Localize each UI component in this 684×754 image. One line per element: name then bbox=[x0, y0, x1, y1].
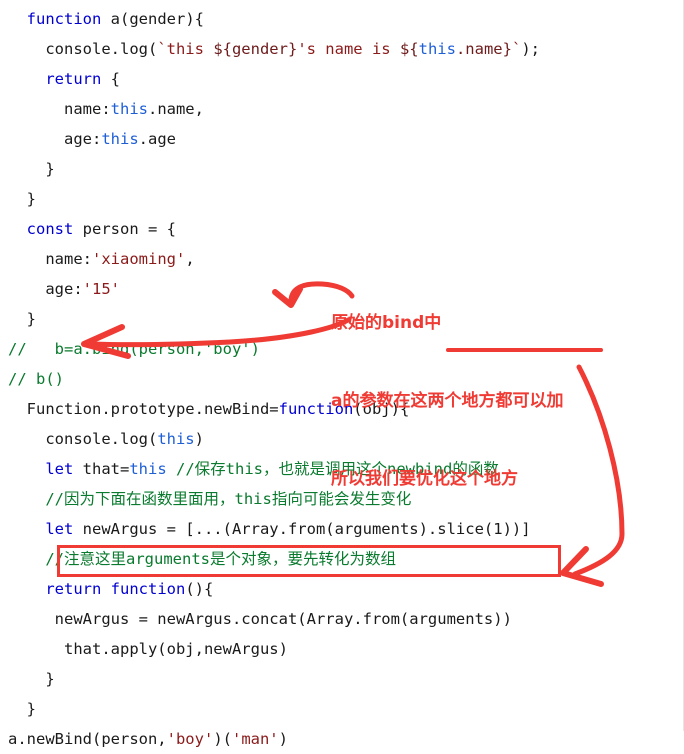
code-line[interactable]: } bbox=[8, 154, 678, 184]
code-line[interactable]: // b=a.bind(person,'boy') bbox=[8, 334, 678, 364]
code-line[interactable]: that.apply(obj,newArgus) bbox=[8, 634, 678, 664]
code-line[interactable]: const person = { bbox=[8, 214, 678, 244]
code-line[interactable]: //因为下面在函数里面用，this指向可能会发生变化 bbox=[8, 484, 678, 514]
code-line[interactable]: } bbox=[8, 694, 678, 724]
code-line[interactable]: let that=this //保存this，也就是调用这个newbind的函数 bbox=[8, 454, 678, 484]
code-line[interactable]: } bbox=[8, 184, 678, 214]
code-editor[interactable]: function a(gender){ console.log(`this ${… bbox=[0, 0, 684, 748]
code-line[interactable]: } bbox=[8, 304, 678, 334]
code-line[interactable]: function a(gender){ bbox=[8, 4, 678, 34]
code-content[interactable]: function a(gender){ console.log(`this ${… bbox=[8, 4, 678, 754]
code-line[interactable]: newArgus = newArgus.concat(Array.from(ar… bbox=[8, 604, 678, 634]
code-line[interactable]: Function.prototype.newBind=function(obj)… bbox=[8, 394, 678, 424]
code-line[interactable]: //注意这里arguments是个对象，要先转化为数组 bbox=[8, 544, 678, 574]
code-line[interactable]: return function(){ bbox=[8, 574, 678, 604]
code-line[interactable]: // b() bbox=[8, 364, 678, 394]
code-line[interactable]: let newArgus = [...(Array.from(arguments… bbox=[8, 514, 678, 544]
code-line[interactable]: age:this.age bbox=[8, 124, 678, 154]
code-line[interactable]: age:'15' bbox=[8, 274, 678, 304]
code-line[interactable]: return { bbox=[8, 64, 678, 94]
code-line[interactable]: } bbox=[8, 664, 678, 694]
code-line[interactable]: a.newBind(person,'boy')('man') bbox=[8, 724, 678, 754]
code-line[interactable]: name:'xiaoming', bbox=[8, 244, 678, 274]
code-line[interactable]: name:this.name, bbox=[8, 94, 678, 124]
code-line[interactable]: console.log(this) bbox=[8, 424, 678, 454]
code-line[interactable]: console.log(`this ${gender}'s name is ${… bbox=[8, 34, 678, 64]
